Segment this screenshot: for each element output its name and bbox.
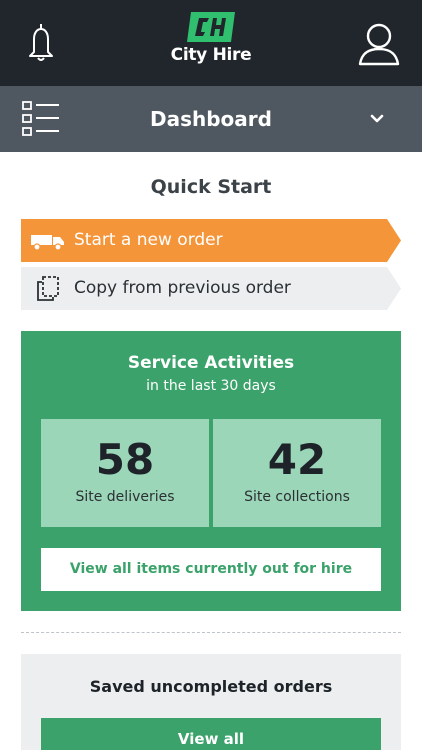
copy-previous-order-label: Copy from previous order	[74, 278, 291, 298]
service-activities-subtitle: in the last 30 days	[146, 378, 276, 394]
start-new-order-button[interactable]: Start a new order	[21, 219, 401, 262]
top-bar: City Hire	[0, 0, 422, 86]
user-icon[interactable]	[358, 22, 400, 66]
copy-previous-order-button[interactable]: Copy from previous order	[21, 267, 401, 310]
service-activities-panel: Service Activities in the last 30 days 5…	[21, 331, 401, 611]
site-collections-stat[interactable]: 42 Site collections	[213, 419, 381, 527]
start-new-order-label: Start a new order	[74, 230, 223, 250]
city-hire-logo-mark	[187, 12, 235, 42]
city-hire-logo: City Hire	[160, 12, 262, 74]
service-activities-title: Service Activities	[127, 353, 295, 373]
section-divider	[21, 632, 401, 633]
chevron-down-icon[interactable]	[370, 113, 384, 125]
site-collections-count: 42	[267, 435, 327, 484]
brand-name: City Hire	[170, 45, 252, 65]
site-deliveries-label: Site deliveries	[75, 489, 175, 505]
saved-orders-panel: Saved uncompleted orders View all	[21, 654, 401, 750]
site-deliveries-count: 58	[95, 435, 155, 484]
view-all-button[interactable]: View all	[41, 718, 381, 750]
quick-start-title: Quick Start	[150, 176, 272, 198]
truck-icon	[31, 235, 64, 250]
dashboard-title[interactable]: Dashboard	[0, 107, 422, 131]
copy-icon	[37, 276, 59, 301]
site-deliveries-stat[interactable]: 58 Site deliveries	[41, 419, 209, 527]
view-items-out-for-hire-button[interactable]: View all items currently out for hire	[41, 548, 381, 591]
saved-orders-title: Saved uncompleted orders	[89, 677, 333, 696]
site-collections-label: Site collections	[244, 489, 350, 505]
bell-icon[interactable]	[24, 22, 58, 62]
